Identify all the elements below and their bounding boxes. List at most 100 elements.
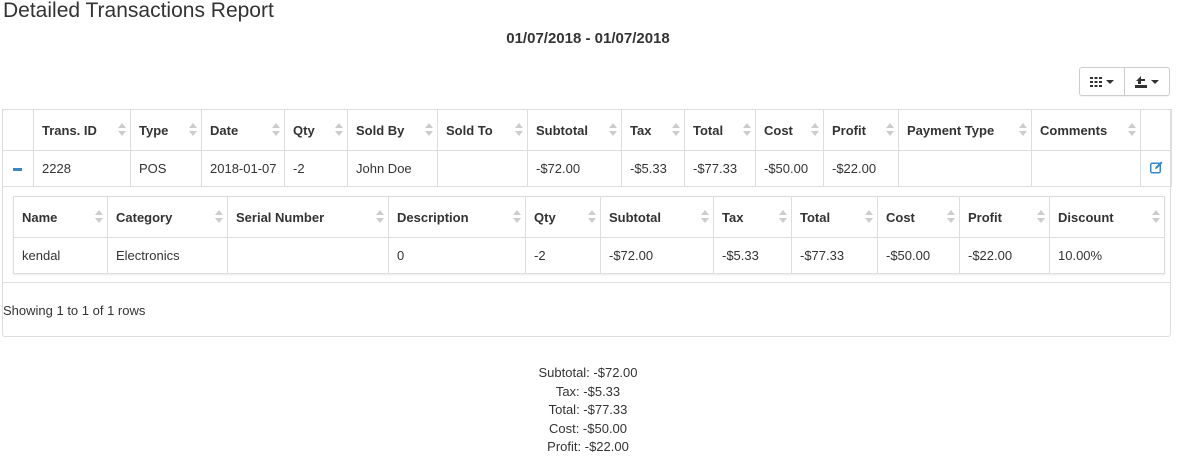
detail-header-tax[interactable]: Tax	[713, 196, 792, 238]
sort-icon	[1019, 123, 1027, 137]
cell-name: kendal	[13, 237, 108, 274]
detail-header-subtotal[interactable]: Subtotal	[600, 196, 714, 238]
column-header-cost[interactable]: Cost	[755, 109, 824, 151]
sort-icon	[118, 123, 126, 137]
column-header-tax[interactable]: Tax	[621, 109, 685, 151]
transaction-detail-panel: Name Category Serial Number Description …	[13, 196, 1165, 274]
sort-icon	[215, 210, 223, 224]
sort-icon	[743, 123, 751, 137]
transaction-items-table: Name Category Serial Number Description …	[13, 196, 1165, 274]
page-title: Detailed Transactions Report	[3, 0, 274, 22]
summary-subtotal: Subtotal: -$72.00	[538, 365, 638, 380]
sort-icon	[947, 210, 955, 224]
sort-icon	[272, 123, 280, 137]
cell-qty: -2	[284, 150, 348, 187]
column-header-trans-id[interactable]: Trans. ID	[33, 109, 131, 151]
sort-icon	[865, 210, 873, 224]
table-toolbar	[1079, 67, 1170, 96]
sort-icon	[425, 123, 433, 137]
cell-cost: -$50.00	[877, 237, 960, 274]
detail-header-serial-number[interactable]: Serial Number	[227, 196, 389, 238]
transactions-table: Trans. ID Type Date Qty Sold By Sold To …	[2, 109, 1172, 187]
chevron-down-icon	[1151, 79, 1159, 84]
divider	[3, 282, 1170, 283]
edit-icon[interactable]	[1149, 161, 1163, 174]
column-header-comments[interactable]: Comments	[1031, 109, 1141, 151]
cell-trans-id: 2228	[33, 150, 131, 187]
sort-icon	[672, 123, 680, 137]
detail-header-qty[interactable]: Qty	[525, 196, 601, 238]
sort-icon	[515, 123, 523, 137]
column-header-total[interactable]: Total	[684, 109, 756, 151]
export-button[interactable]	[1124, 67, 1170, 96]
table-header-row: Trans. ID Type Date Qty Sold By Sold To …	[2, 109, 1172, 151]
sort-icon	[1128, 123, 1136, 137]
column-header-date[interactable]: Date	[201, 109, 285, 151]
sort-icon	[1037, 210, 1045, 224]
sort-icon	[779, 210, 787, 224]
export-icon	[1135, 75, 1147, 88]
table-row: kendal Electronics 0 -2 -$72.00 -$5.33 -…	[13, 237, 1165, 274]
collapse-row-cell[interactable]	[2, 150, 34, 187]
transactions-table-panel: Trans. ID Type Date Qty Sold By Sold To …	[2, 109, 1172, 337]
table-row: 2228 POS 2018-01-07 -2 John Doe -$72.00 …	[2, 150, 1172, 187]
cell-sold-to	[437, 150, 528, 187]
sort-icon	[811, 123, 819, 137]
cell-discount: 10.00%	[1049, 237, 1165, 274]
minus-icon[interactable]	[13, 168, 22, 172]
cell-tax: -$5.33	[621, 150, 685, 187]
chevron-down-icon	[1106, 79, 1114, 84]
cell-sold-by: John Doe	[347, 150, 438, 187]
detail-header-row: Name Category Serial Number Description …	[13, 196, 1165, 238]
column-header-subtotal[interactable]: Subtotal	[527, 109, 622, 151]
detail-header-category[interactable]: Category	[107, 196, 228, 238]
cell-description: 0	[388, 237, 526, 274]
sort-icon	[1152, 210, 1160, 224]
sort-icon	[376, 210, 384, 224]
date-range: 01/07/2018 - 01/07/2018	[506, 30, 670, 47]
column-header-type[interactable]: Type	[130, 109, 202, 151]
column-header-qty[interactable]: Qty	[284, 109, 348, 151]
detail-header-discount[interactable]: Discount	[1049, 196, 1165, 238]
sort-icon	[335, 123, 343, 137]
column-header-sold-to[interactable]: Sold To	[437, 109, 528, 151]
sort-icon	[609, 123, 617, 137]
cell-qty: -2	[525, 237, 601, 274]
columns-toggle-button[interactable]	[1079, 67, 1125, 96]
summary-cost: Cost: -$50.00	[548, 420, 628, 436]
sort-icon	[513, 210, 521, 224]
cell-type: POS	[130, 150, 202, 187]
cell-date: 2018-01-07	[201, 150, 285, 187]
cell-cost: -$50.00	[755, 150, 824, 187]
cell-payment-type	[898, 150, 1032, 187]
detail-header-profit[interactable]: Profit	[959, 196, 1050, 238]
cell-subtotal: -$72.00	[527, 150, 622, 187]
cell-profit: -$22.00	[823, 150, 899, 187]
summary-tax: Tax: -$5.33	[555, 383, 621, 399]
cell-serial-number	[227, 237, 389, 274]
pagination-info: Showing 1 to 1 of 1 rows	[3, 303, 146, 318]
column-header-sold-by[interactable]: Sold By	[347, 109, 438, 151]
cell-total: -$77.33	[791, 237, 878, 274]
cell-total: -$77.33	[684, 150, 756, 187]
column-header-profit[interactable]: Profit	[823, 109, 899, 151]
sort-icon	[95, 210, 103, 224]
cell-category: Electronics	[107, 237, 228, 274]
cell-subtotal: -$72.00	[600, 237, 714, 274]
summary-profit: Profit: -$22.00	[547, 439, 629, 454]
cell-comments	[1031, 150, 1141, 187]
column-header-expand	[2, 109, 34, 151]
edit-cell[interactable]	[1140, 150, 1172, 187]
column-header-edit	[1140, 109, 1172, 151]
detail-header-name[interactable]: Name	[13, 196, 108, 238]
report-summary: Subtotal: -$72.00 Tax: -$5.33 Total: -$7…	[0, 364, 1176, 457]
column-header-payment-type[interactable]: Payment Type	[898, 109, 1032, 151]
detail-header-description[interactable]: Description	[388, 196, 526, 238]
sort-icon	[189, 123, 197, 137]
detail-header-cost[interactable]: Cost	[877, 196, 960, 238]
cell-tax: -$5.33	[713, 237, 792, 274]
grid-icon	[1090, 76, 1102, 87]
detail-header-total[interactable]: Total	[791, 196, 878, 238]
sort-icon	[588, 210, 596, 224]
sort-icon	[886, 123, 894, 137]
